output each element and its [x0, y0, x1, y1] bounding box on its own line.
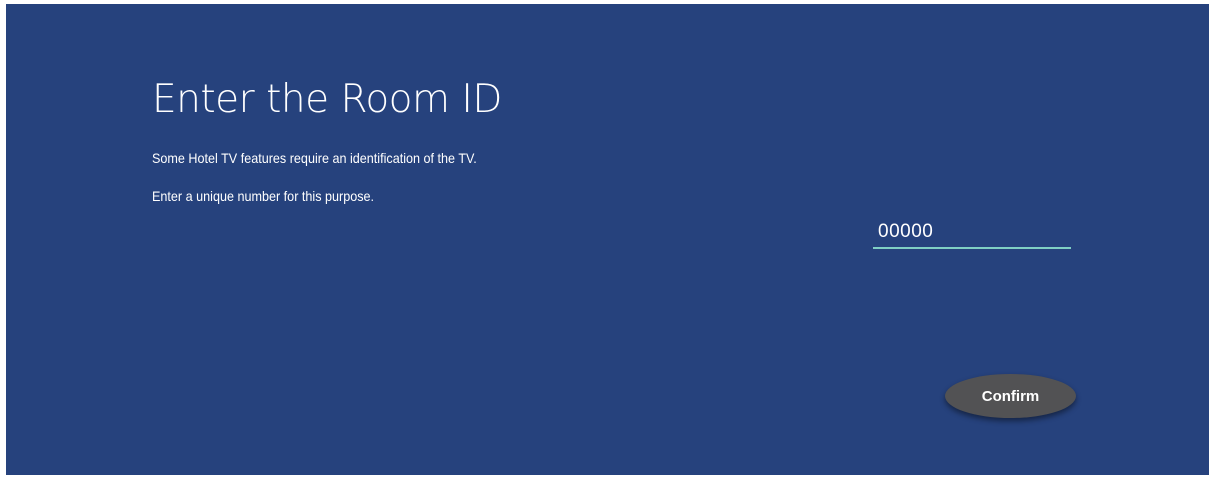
confirm-button[interactable]: Confirm — [945, 374, 1076, 418]
room-id-input[interactable] — [878, 220, 1063, 244]
description-line-2: Enter a unique number for this purpose. — [152, 188, 375, 204]
room-id-screen: Enter the Room ID Some Hotel TV features… — [6, 4, 1209, 475]
description-line-1: Some Hotel TV features require an identi… — [152, 150, 477, 166]
page-title: Enter the Room ID — [152, 77, 502, 122]
room-id-field[interactable] — [873, 216, 1071, 249]
